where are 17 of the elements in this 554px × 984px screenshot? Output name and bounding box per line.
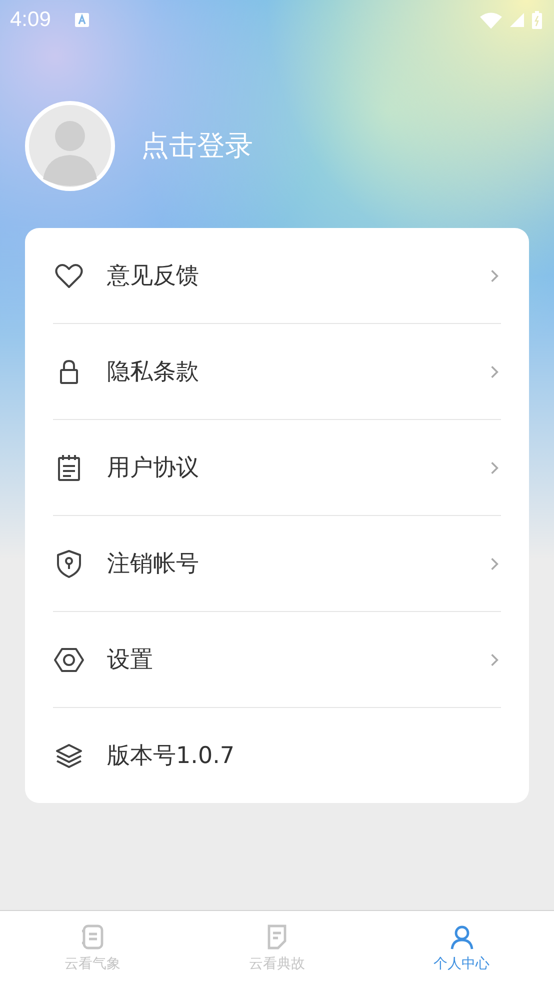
status-time: 4:09 <box>10 8 51 32</box>
menu-item[interactable]: 用户协议 <box>53 420 501 516</box>
menu-item[interactable]: 隐私条款 <box>53 324 501 420</box>
keyboard-icon <box>74 13 89 27</box>
wifi-icon <box>480 12 502 28</box>
chevron-icon <box>490 364 499 380</box>
chevron-icon <box>490 460 499 476</box>
avatar[interactable] <box>25 101 115 191</box>
battery-icon <box>532 11 542 29</box>
menu-item[interactable]: 意见反馈 <box>53 228 501 324</box>
chevron-icon <box>490 268 499 284</box>
signal-icon <box>510 13 524 27</box>
version-row: 版本号1.0.7 <box>53 708 501 803</box>
menu-item[interactable]: 设置 <box>53 612 501 708</box>
menu-item[interactable]: 注销帐号 <box>53 516 501 612</box>
chevron-icon <box>490 652 499 668</box>
chevron-icon <box>490 556 499 572</box>
